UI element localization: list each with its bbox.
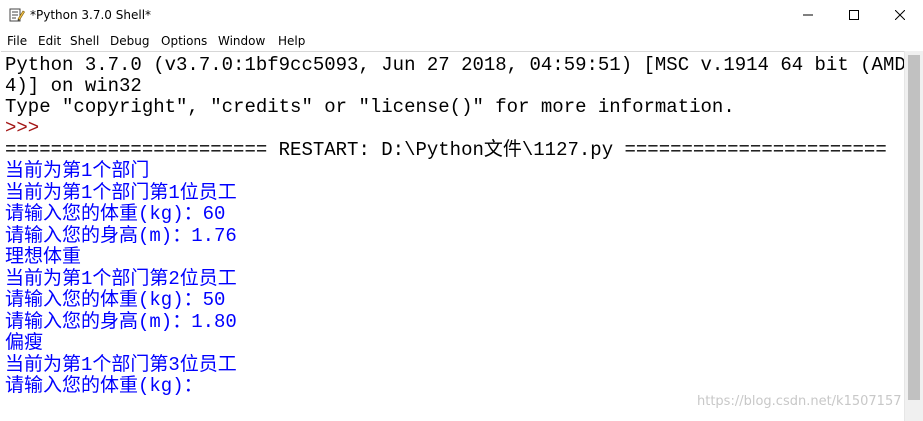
banner-line: 4)] on win32 bbox=[5, 75, 142, 97]
output-line: 请输入您的体重(kg)： bbox=[5, 375, 203, 397]
menu-shell[interactable]: Shell bbox=[70, 33, 99, 49]
window-title: *Python 3.7.0 Shell* bbox=[30, 8, 152, 22]
shell-text-area[interactable]: Python 3.7.0 (v3.7.0:1bf9cc5093, Jun 27 … bbox=[1, 51, 904, 421]
menu-debug[interactable]: Debug bbox=[110, 33, 149, 49]
output-line: 当前为第1个部门第2位员工 bbox=[5, 268, 237, 290]
maximize-icon bbox=[849, 7, 859, 25]
output-line: 当前为第1个部门第1位员工 bbox=[5, 182, 237, 204]
minimize-button[interactable] bbox=[785, 0, 831, 31]
menu-edit[interactable]: Edit bbox=[38, 33, 61, 49]
output-line: 请输入您的体重(kg)：60 bbox=[5, 203, 226, 225]
output-line: 当前为第1个部门 bbox=[5, 160, 150, 182]
scrollbar-thumb[interactable] bbox=[908, 55, 920, 400]
idle-shell-window: *Python 3.7.0 Shell* File Edit Shell Deb… bbox=[0, 0, 923, 421]
minimize-icon bbox=[803, 7, 813, 25]
close-button[interactable] bbox=[877, 0, 923, 31]
output-line: 当前为第1个部门第3位员工 bbox=[5, 354, 237, 376]
output-line: 请输入您的体重(kg)：50 bbox=[5, 289, 226, 311]
banner-line: Type "copyright", "credits" or "license(… bbox=[5, 96, 735, 118]
output-line: 理想体重 bbox=[5, 246, 82, 268]
output-line: 请输入您的身高(m)：1.80 bbox=[5, 311, 237, 333]
menu-bar: File Edit Shell Debug Options Window Hel… bbox=[0, 31, 923, 51]
shell-prompt: >>> bbox=[5, 117, 40, 139]
vertical-scrollbar[interactable] bbox=[904, 51, 923, 421]
menu-help[interactable]: Help bbox=[278, 33, 305, 49]
menu-options[interactable]: Options bbox=[161, 33, 207, 49]
close-icon bbox=[894, 7, 906, 25]
menu-file[interactable]: File bbox=[7, 33, 27, 49]
title-bar[interactable]: *Python 3.7.0 Shell* bbox=[0, 0, 923, 31]
idle-app-icon bbox=[9, 7, 25, 23]
maximize-button[interactable] bbox=[831, 0, 877, 31]
watermark: https://blog.csdn.net/k1507157 bbox=[697, 394, 902, 409]
output-line: 偏瘦 bbox=[5, 332, 44, 354]
menu-window[interactable]: Window bbox=[218, 33, 265, 49]
banner-line: Python 3.7.0 (v3.7.0:1bf9cc5093, Jun 27 … bbox=[5, 54, 904, 76]
output-line: 请输入您的身高(m)：1.76 bbox=[5, 225, 237, 247]
restart-line: ======================= RESTART: D:\Pyth… bbox=[5, 139, 887, 161]
